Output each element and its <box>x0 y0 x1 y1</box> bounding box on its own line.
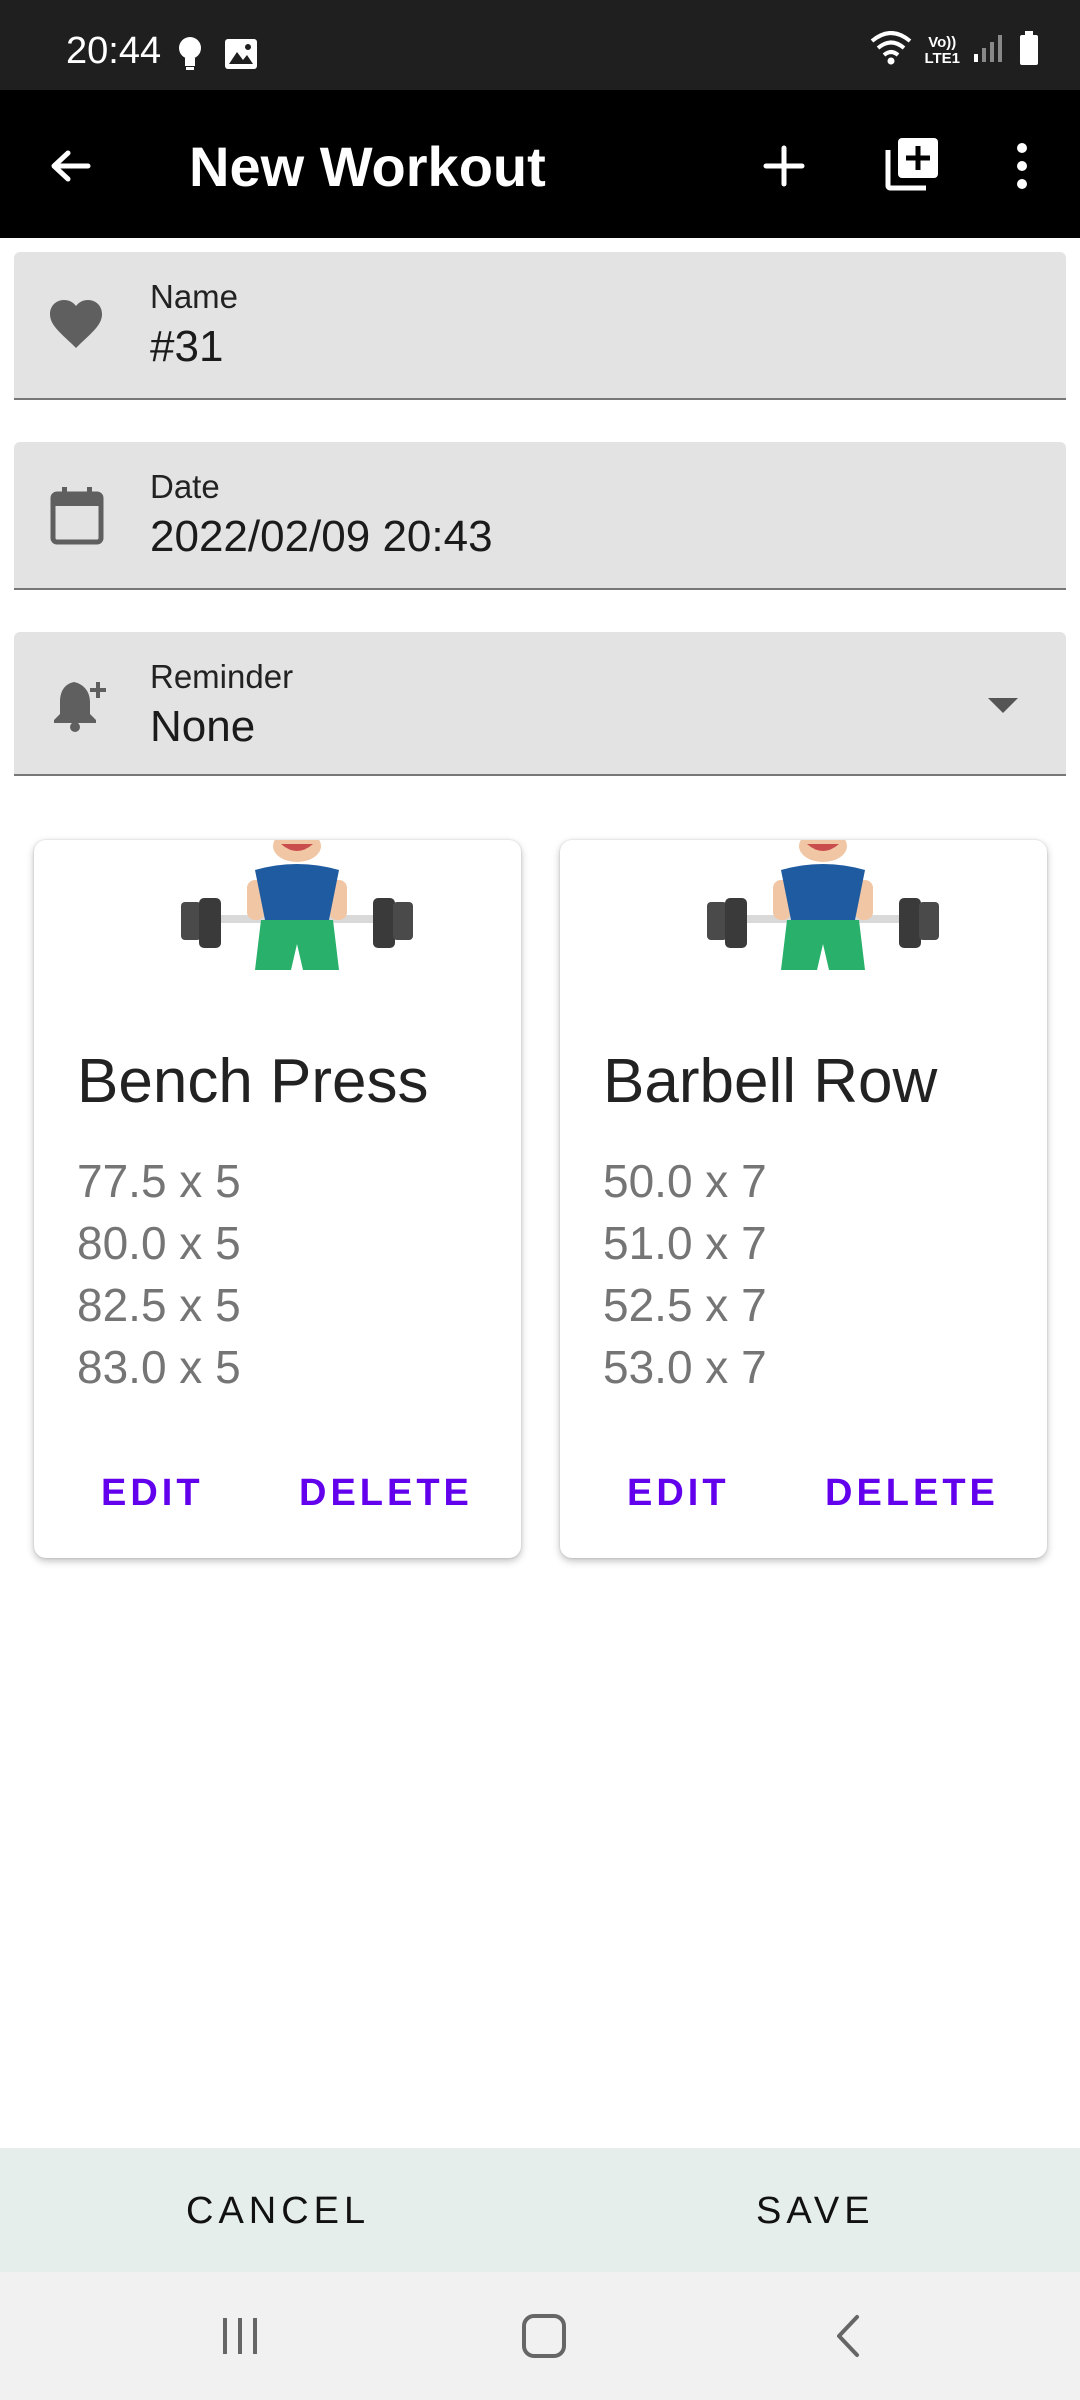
network-type-bottom: LTE1 <box>924 49 960 67</box>
exercise-card[interactable]: Bench Press 77.5 x 5 80.0 x 5 82.5 x 5 8… <box>34 840 521 1558</box>
edit-button[interactable]: EDIT <box>101 1472 204 1515</box>
reminder-field[interactable]: Reminder None <box>14 632 1066 776</box>
set-row: 53.0 x 7 <box>603 1341 767 1393</box>
more-vert-icon[interactable] <box>994 134 1050 198</box>
exercise-sets: 77.5 x 5 80.0 x 5 82.5 x 5 83.0 x 5 <box>77 1150 241 1398</box>
reminder-value[interactable]: None <box>150 702 255 752</box>
dropdown-arrow-icon[interactable] <box>988 698 1018 713</box>
set-row: 50.0 x 7 <box>603 1155 767 1207</box>
set-row: 82.5 x 5 <box>77 1279 241 1331</box>
network-type-top: Vo)) <box>928 33 957 51</box>
battery-icon <box>1018 30 1040 71</box>
set-row: 77.5 x 5 <box>77 1155 241 1207</box>
delete-button[interactable]: DELETE <box>299 1472 473 1515</box>
status-bar: 20:44 Vo)) LTE1 <box>0 0 1080 90</box>
image-icon <box>224 38 258 75</box>
edit-button[interactable]: EDIT <box>627 1472 730 1515</box>
heart-icon <box>48 298 104 355</box>
status-left-icons <box>178 36 258 77</box>
name-value[interactable]: #31 <box>150 322 223 372</box>
screen: 20:44 Vo)) LTE1 New Workout Name #31 Dat… <box>0 0 1080 2400</box>
set-row: 51.0 x 7 <box>603 1217 767 1269</box>
set-row: 83.0 x 5 <box>77 1341 241 1393</box>
delete-button[interactable]: DELETE <box>825 1472 999 1515</box>
system-nav-bar <box>0 2272 1080 2400</box>
exercise-card[interactable]: Barbell Row 50.0 x 7 51.0 x 7 52.5 x 7 5… <box>560 840 1047 1558</box>
add-box-icon[interactable] <box>878 130 946 198</box>
set-row: 52.5 x 7 <box>603 1279 767 1331</box>
name-label: Name <box>150 278 239 315</box>
cancel-button[interactable]: CANCEL <box>186 2190 370 2233</box>
exercise-title: Bench Press <box>77 1047 429 1116</box>
recents-icon[interactable] <box>212 2312 268 2360</box>
date-value[interactable]: 2022/02/09 20:43 <box>150 512 493 562</box>
home-icon[interactable] <box>514 2310 574 2362</box>
exercise-title: Barbell Row <box>603 1047 938 1116</box>
status-time: 20:44 <box>66 30 162 72</box>
bulb-icon <box>178 36 202 77</box>
set-row: 80.0 x 5 <box>77 1217 241 1269</box>
back-nav-icon[interactable] <box>820 2310 876 2362</box>
calendar-icon <box>50 486 104 551</box>
reminder-label: Reminder <box>150 658 294 695</box>
save-button[interactable]: SAVE <box>756 2190 875 2233</box>
status-right-icons: Vo)) LTE1 <box>870 30 1040 71</box>
wifi-icon <box>870 31 912 70</box>
date-field[interactable]: Date 2022/02/09 20:43 <box>14 442 1066 590</box>
network-type: Vo)) LTE1 <box>924 33 960 67</box>
name-field[interactable]: Name #31 <box>14 252 1066 400</box>
back-arrow-icon[interactable] <box>38 134 102 198</box>
app-bar: New Workout <box>0 90 1080 238</box>
page-title: New Workout <box>189 135 546 198</box>
exercise-sets: 50.0 x 7 51.0 x 7 52.5 x 7 53.0 x 7 <box>603 1150 767 1398</box>
bell-plus-icon <box>52 676 112 737</box>
weightlifter-icon <box>703 840 943 980</box>
date-label: Date <box>150 468 220 505</box>
bottom-action-bar: CANCEL SAVE <box>0 2148 1080 2272</box>
weightlifter-icon <box>177 840 417 980</box>
signal-icon <box>972 32 1006 69</box>
add-icon[interactable] <box>752 134 816 198</box>
